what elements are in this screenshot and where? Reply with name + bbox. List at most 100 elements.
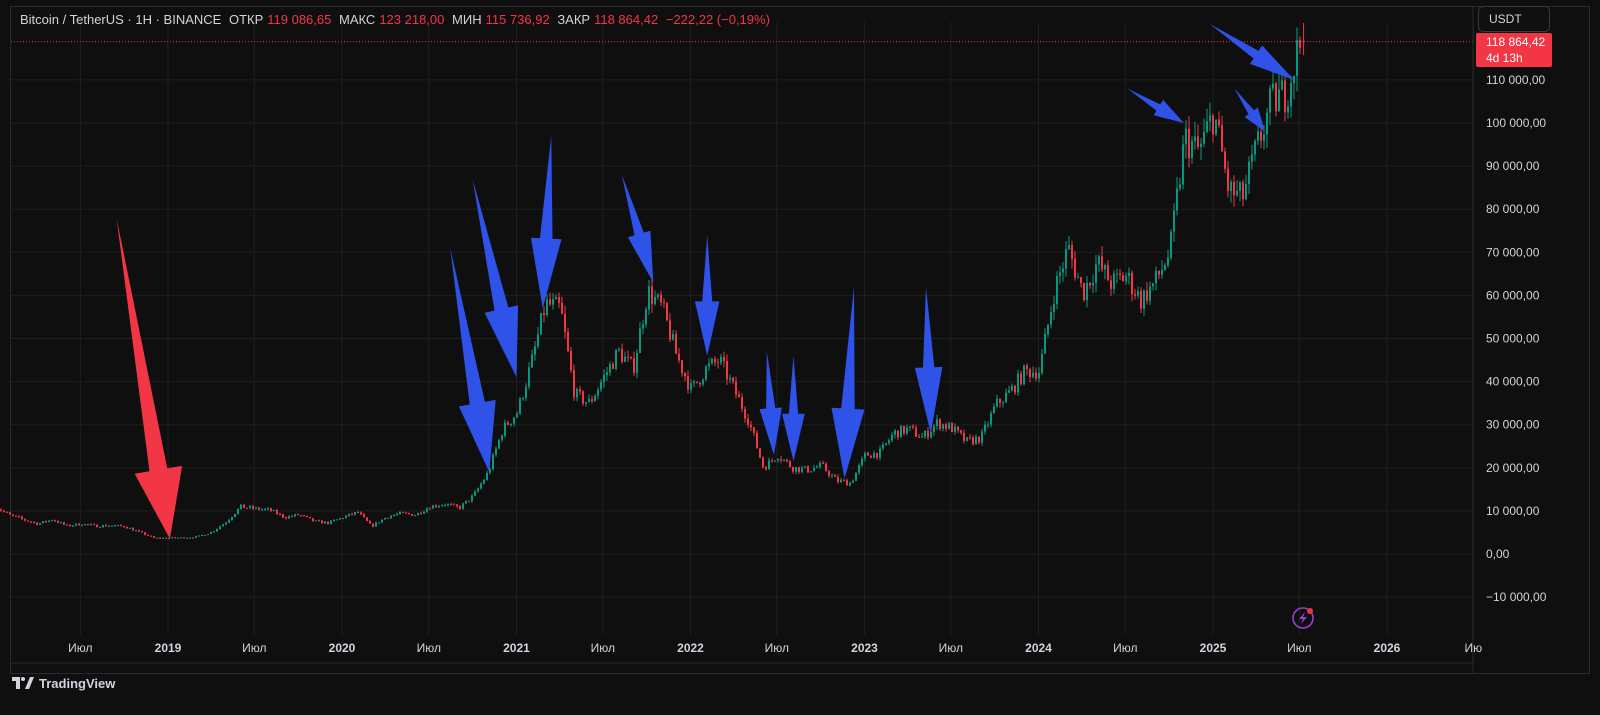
candle-body [491, 454, 494, 470]
candle-body [1079, 277, 1082, 284]
candle-body [26, 520, 29, 522]
candle-body [68, 524, 71, 527]
candle-body [464, 500, 467, 504]
candle-body [71, 525, 74, 527]
currency-button[interactable]: USDT [1478, 6, 1550, 32]
price-chart[interactable]: −10 000,00 0,00 10 000,00 20 000,00 30 000,0… [0, 0, 1600, 715]
candle-body [950, 423, 953, 433]
candle-body [1256, 131, 1259, 141]
candle-body [161, 537, 164, 539]
candle-body [281, 514, 284, 518]
candle-body [776, 459, 779, 461]
candle-body [935, 419, 938, 426]
candles [0, 22, 1305, 540]
tradingview-logo[interactable]: TradingView [12, 674, 115, 692]
candle-body [842, 479, 845, 481]
candle-body [1067, 245, 1070, 250]
candle-body [590, 399, 593, 402]
x-tick-label: Июл [939, 641, 963, 655]
y-tick-label: 50 000,00 [1486, 332, 1540, 346]
candle-body [710, 358, 713, 364]
candle-body [338, 518, 341, 520]
candle-body [872, 452, 875, 458]
candle-body [953, 426, 956, 433]
candle-body [371, 523, 374, 527]
candle-body [173, 537, 176, 539]
candle-body [947, 423, 950, 429]
candle-body [764, 467, 767, 470]
x-tick-label: Июл [68, 641, 92, 655]
candle-body [329, 520, 332, 524]
blue-arrow-annotation [450, 248, 496, 473]
candle-body [395, 513, 398, 516]
candle-body [1271, 83, 1274, 89]
y-tick-label: 100 000,00 [1486, 116, 1546, 130]
candle-body [344, 515, 347, 519]
blue-arrow-annotation [782, 355, 805, 462]
candle-body [887, 440, 890, 444]
candle-body [794, 467, 797, 472]
candle-body [674, 333, 677, 354]
candle-body [230, 517, 233, 520]
candle-body [626, 356, 629, 358]
candle-body [704, 366, 707, 380]
candle-body [314, 520, 317, 522]
candle-body [1151, 283, 1154, 287]
candle-body [359, 512, 362, 515]
candle-body [17, 516, 20, 518]
candle-body [515, 413, 518, 418]
x-tick-label: Ию [1464, 641, 1482, 655]
candle-body [923, 430, 926, 437]
candle-body [1172, 210, 1175, 232]
candle-body [521, 398, 524, 400]
candle-body [1097, 256, 1100, 265]
candle-body [269, 508, 272, 511]
candle-body [383, 517, 386, 520]
candle-body [1190, 140, 1193, 159]
candle-body [221, 524, 224, 527]
candle-body [410, 514, 413, 516]
candle-body [245, 507, 248, 509]
candle-body [446, 504, 449, 506]
candle-body [695, 381, 698, 383]
candle-body [398, 511, 401, 514]
candle-body [365, 517, 368, 522]
candle-body [1286, 106, 1289, 113]
candle-body [179, 537, 182, 539]
candle-body [1217, 119, 1220, 126]
candle-body [707, 363, 710, 367]
bar-countdown: 4d 13h [1486, 51, 1523, 65]
candle-body [596, 389, 599, 396]
candle-body [272, 510, 275, 512]
lightning-icon[interactable] [1292, 607, 1314, 629]
candle-body [1259, 131, 1262, 141]
candle-body [116, 524, 119, 526]
candle-body [662, 302, 665, 304]
candle-body [1112, 273, 1115, 289]
candle-body [1250, 154, 1253, 162]
candle-body [1229, 181, 1232, 191]
candle-body [47, 520, 50, 522]
symbol-title[interactable]: Bitcoin / TetherUS · 1H · BINANCE [20, 12, 221, 27]
candle-body [206, 534, 209, 536]
candle-body [647, 286, 650, 310]
candle-body [158, 537, 161, 539]
x-tick-label: Июл [242, 641, 266, 655]
x-tick-label: Июл [1287, 641, 1311, 655]
x-tick-label: 2021 [503, 641, 530, 655]
candle-body [866, 452, 869, 456]
candle-body [638, 328, 641, 353]
candle-body [494, 448, 497, 455]
candle-body [1280, 80, 1283, 90]
candle-body [1283, 80, 1286, 113]
candle-body [599, 382, 602, 390]
candle-body [1088, 282, 1091, 286]
candle-body [290, 516, 293, 518]
candle-body [593, 395, 596, 402]
candle-body [92, 524, 95, 526]
candle-body [782, 459, 785, 461]
candle-body [77, 523, 80, 526]
candle-body [59, 522, 62, 524]
candle-body [899, 425, 902, 438]
candle-body [41, 521, 44, 524]
